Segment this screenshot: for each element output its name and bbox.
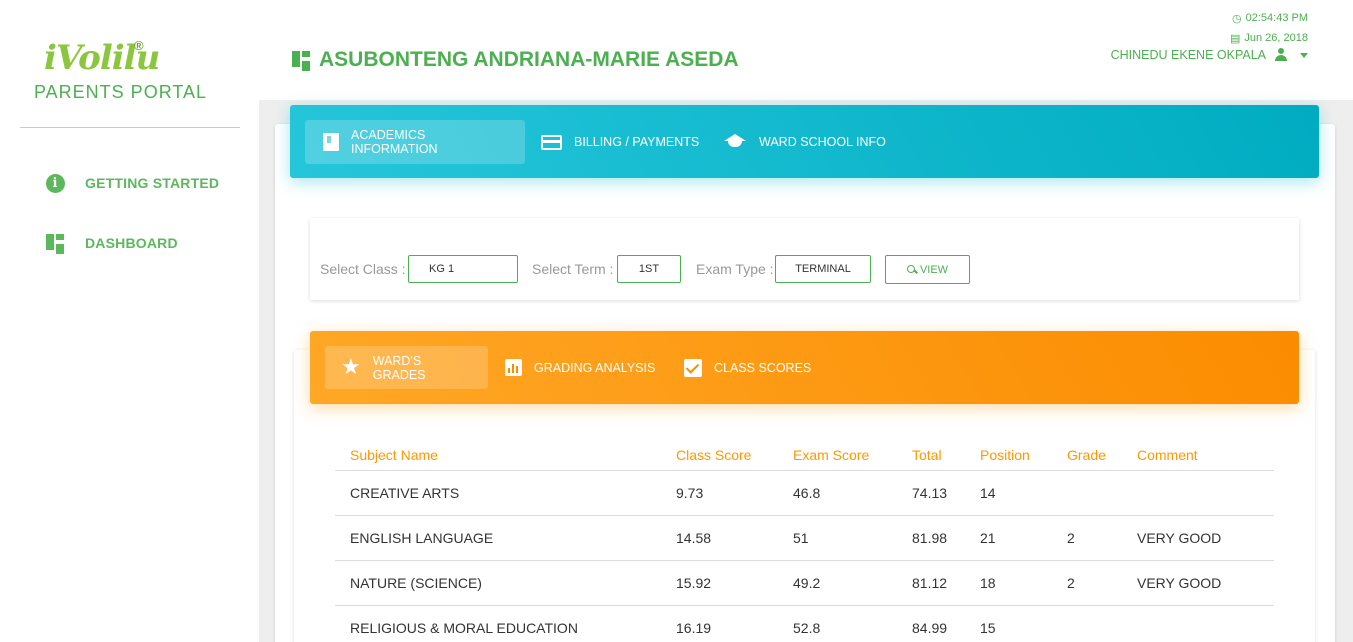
tab-label: GRADING ANALYSIS	[534, 360, 656, 375]
dashboard-grid-icon	[292, 51, 310, 71]
star-icon: ★	[341, 354, 361, 380]
position-cell: 14	[980, 485, 996, 501]
class-score-cell: 15.92	[676, 575, 712, 591]
table-header-row: Subject Name Class Score Exam Score Tota…	[335, 438, 1274, 471]
comment-cell: VERY GOOD	[1137, 575, 1222, 591]
column-header: Total	[912, 447, 942, 463]
class-value: KG 1	[429, 263, 455, 275]
dashboard-grid-icon	[45, 233, 65, 254]
column-header: Exam Score	[793, 447, 870, 463]
checkbox-icon	[684, 358, 702, 377]
tab-ward-school-info[interactable]: WARD SCHOOL INFO	[705, 120, 900, 164]
datetime-display: ◷ 02:54:43 PM ▤ Jun 26, 2018	[1230, 8, 1308, 48]
app-logo[interactable]: iVolilu ® PARENTS PORTAL	[34, 20, 214, 110]
info-icon: i	[45, 173, 65, 193]
tab-label: CLASS SCORES	[714, 360, 812, 375]
class-score-cell: 9.73	[676, 485, 704, 501]
term-label: Select Term :	[532, 261, 614, 277]
tab-grading-analysis[interactable]: GRADING ANALYSIS	[489, 346, 671, 389]
term-value: 1ST	[638, 263, 660, 275]
tab-billing-payments[interactable]: BILLING / PAYMENTS	[523, 120, 713, 164]
filter-panel: Select Class : KG 1 Select Term : 1ST Ex…	[310, 218, 1299, 300]
column-header: Subject Name	[350, 447, 438, 463]
caret-down-icon	[1300, 52, 1308, 58]
calendar-icon: ▤	[1229, 32, 1241, 45]
grades-table: Subject Name Class Score Exam Score Tota…	[335, 438, 1274, 642]
class-score-cell: 16.19	[676, 620, 712, 636]
tab-label: WARD SCHOOL INFO	[759, 135, 886, 149]
sidebar-item-dashboard[interactable]: DASHBOARD	[45, 233, 178, 254]
exam-score-cell: 52.8	[793, 620, 821, 636]
user-name: CHINEDU EKENE OKPALA	[1110, 48, 1266, 62]
sidebar-item-getting-started[interactable]: i GETTING STARTED	[45, 173, 219, 193]
sidebar-item-label: GETTING STARTED	[85, 175, 220, 191]
tab-label: ACADEMICS INFORMATION	[351, 128, 438, 156]
view-button[interactable]: VIEW	[885, 255, 970, 284]
total-cell: 81.98	[912, 530, 948, 546]
tab-class-scores[interactable]: CLASS SCORES	[668, 346, 827, 389]
credit-card-icon	[541, 134, 562, 150]
exam-score-cell: 51	[793, 530, 809, 546]
person-icon	[1274, 48, 1288, 62]
total-cell: 81.12	[912, 575, 948, 591]
column-header: Position	[980, 447, 1030, 463]
bar-chart-icon	[505, 359, 522, 376]
position-cell: 15	[980, 620, 996, 636]
grade-cell: 2	[1067, 575, 1075, 591]
term-select[interactable]: 1ST	[617, 255, 681, 283]
date-text: Jun 26, 2018	[1244, 32, 1308, 44]
column-header: Class Score	[676, 447, 752, 463]
portal-label: PARENTS PORTAL	[34, 82, 208, 102]
view-button-label: VIEW	[919, 263, 949, 276]
class-select[interactable]: KG 1	[408, 255, 518, 283]
main-tabs: ACADEMICS INFORMATION BILLING / PAYMENTS…	[290, 105, 1319, 178]
subject-cell: CREATIVE ARTS	[350, 485, 460, 501]
table-row: RELIGIOUS & MORAL EDUCATION 16.19 52.8 8…	[335, 606, 1274, 642]
exam-type-select[interactable]: TERMINAL	[775, 255, 871, 283]
clock-icon: ◷	[1232, 12, 1242, 25]
sidebar-divider	[20, 127, 240, 128]
table-row: CREATIVE ARTS 9.73 46.8 74.13 14	[335, 471, 1274, 516]
registered-mark: ®	[134, 38, 144, 53]
grades-tabs: ★ WARD'S GRADES GRADING ANALYSIS CLASS S…	[310, 331, 1299, 404]
student-name: ASUBONTENG ANDRIANA-MARIE ASEDA	[319, 48, 739, 71]
table-row: ENGLISH LANGUAGE 14.58 51 81.98 21 2 VER…	[335, 516, 1274, 561]
subject-cell: ENGLISH LANGUAGE	[350, 530, 494, 546]
graduation-cap-icon	[723, 134, 747, 150]
exam-type-label: Exam Type :	[696, 261, 774, 277]
search-icon	[906, 264, 917, 275]
class-score-cell: 14.58	[676, 530, 712, 546]
exam-score-cell: 49.2	[793, 575, 821, 591]
book-icon	[323, 133, 339, 151]
comment-cell: VERY GOOD	[1137, 530, 1222, 546]
tab-wards-grades[interactable]: ★ WARD'S GRADES	[325, 346, 488, 389]
user-menu[interactable]: CHINEDU EKENE OKPALA	[1111, 48, 1308, 62]
exam-score-cell: 46.8	[793, 485, 821, 501]
class-label: Select Class :	[320, 261, 406, 277]
position-cell: 21	[980, 530, 996, 546]
column-header: Comment	[1137, 447, 1198, 463]
sidebar: iVolilu ® PARENTS PORTAL i GETTING START…	[0, 0, 259, 642]
time-text: 02:54:43 PM	[1245, 12, 1308, 24]
subject-cell: NATURE (SCIENCE)	[350, 575, 482, 591]
subject-cell: RELIGIOUS & MORAL EDUCATION	[350, 620, 578, 636]
grade-cell: 2	[1067, 530, 1075, 546]
column-header: Grade	[1067, 447, 1106, 463]
sidebar-item-label: DASHBOARD	[85, 235, 178, 251]
tab-label: BILLING / PAYMENTS	[574, 135, 700, 149]
tab-academics-information[interactable]: ACADEMICS INFORMATION	[305, 120, 525, 164]
tab-label: WARD'S GRADES	[372, 353, 426, 382]
total-cell: 84.99	[912, 620, 948, 636]
exam-type-value: TERMINAL	[795, 263, 851, 275]
total-cell: 74.13	[912, 485, 948, 501]
page-title: ASUBONTENG ANDRIANA-MARIE ASEDA	[292, 48, 739, 72]
table-row: NATURE (SCIENCE) 15.92 49.2 81.12 18 2 V…	[335, 561, 1274, 606]
position-cell: 18	[980, 575, 996, 591]
